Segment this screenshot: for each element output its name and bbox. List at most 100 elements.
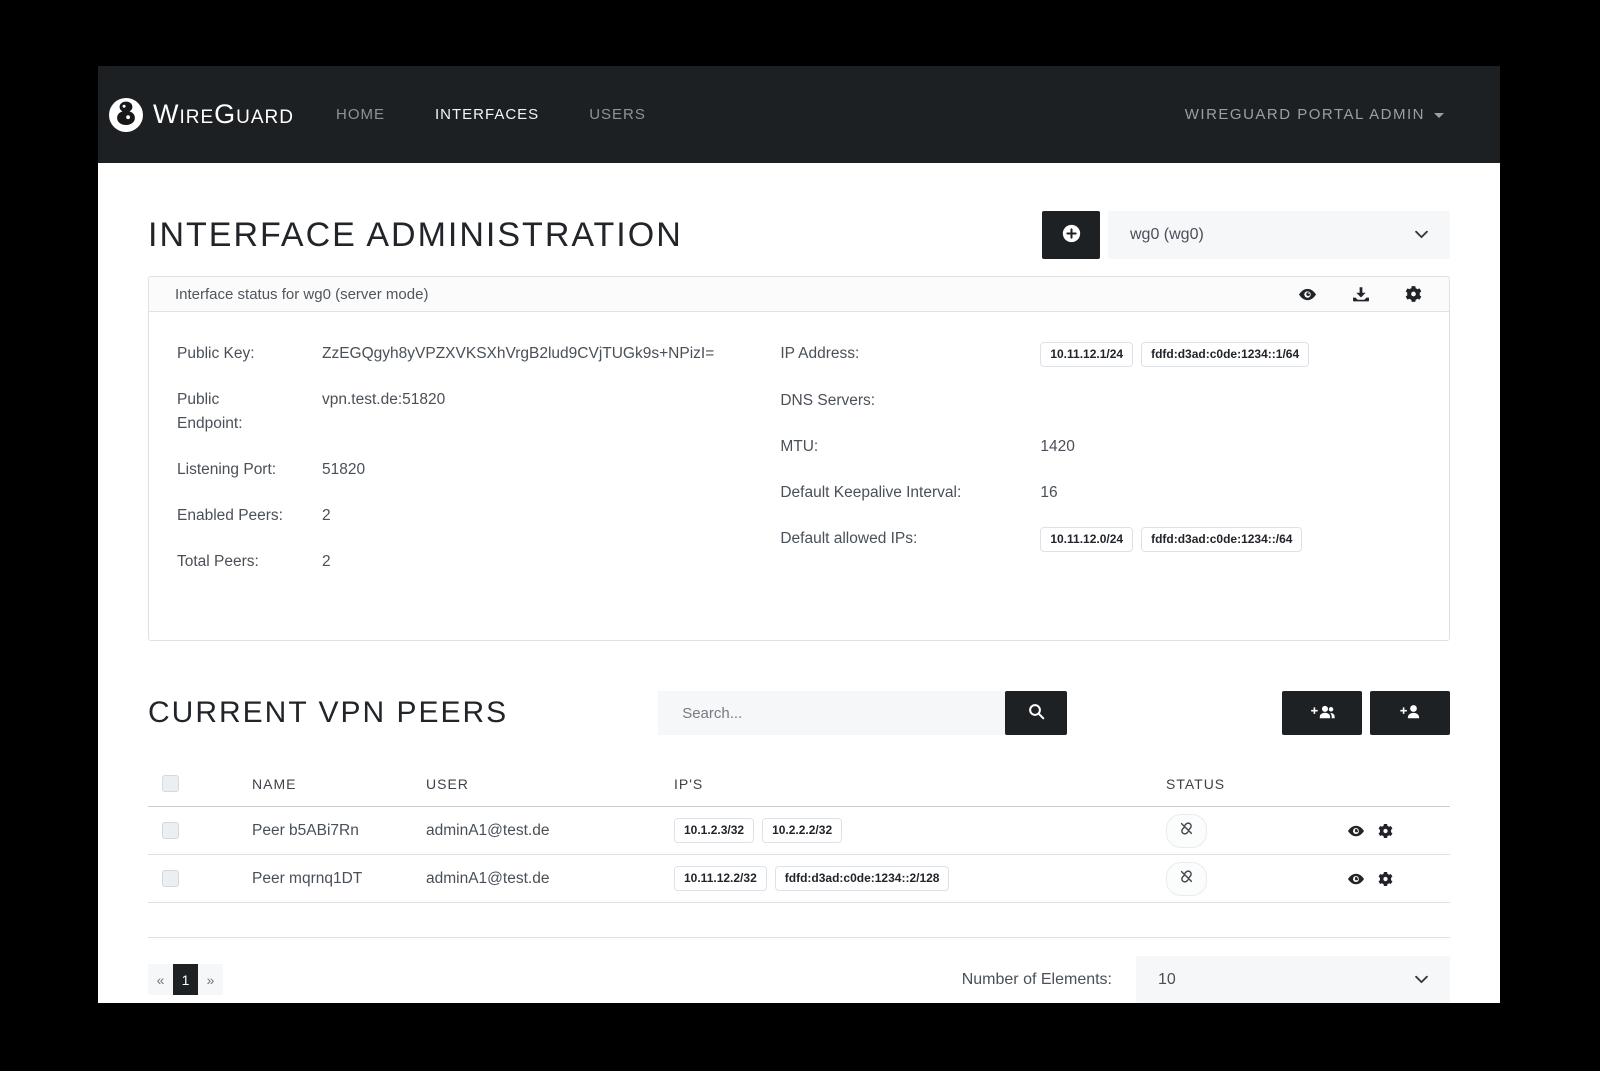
nav-item-interfaces[interactable]: INTERFACES bbox=[435, 106, 539, 123]
table-header-row: NAME USER IP'S STATUS bbox=[148, 761, 1450, 807]
add-multiple-peers-button[interactable] bbox=[1282, 691, 1362, 735]
ip-address-row: IP Address: 10.11.12.1/24 fdfd:d3ad:c0de… bbox=[780, 342, 1421, 367]
interface-select-value: wg0 (wg0) bbox=[1130, 226, 1204, 244]
interface-status-card: Interface status for wg0 (server mode) bbox=[148, 276, 1450, 641]
brand-name: WireGuard bbox=[153, 99, 294, 130]
chevron-down-icon bbox=[1415, 226, 1428, 244]
add-user-icon bbox=[1399, 703, 1421, 724]
peer-search bbox=[658, 691, 1067, 735]
ip-badge: fdfd:d3ad:c0de:1234::/64 bbox=[1141, 527, 1302, 552]
select-all-checkbox[interactable] bbox=[162, 775, 179, 792]
ip-badge: 10.11.12.2/32 bbox=[674, 866, 767, 891]
interface-details-right: IP Address: 10.11.12.1/24 fdfd:d3ad:c0de… bbox=[780, 342, 1421, 596]
public-key-value: ZzEGQgyh8yVPZXVKSXhVrgB2lud9CVjTUGk9s+NP… bbox=[322, 342, 714, 366]
link-slash-icon bbox=[1178, 820, 1195, 842]
peers-table: NAME USER IP'S STATUS Peer b5ABi7Rn admi… bbox=[148, 761, 1450, 938]
total-peers-value: 2 bbox=[322, 550, 331, 574]
row-checkbox[interactable] bbox=[162, 870, 179, 887]
plus-circle-icon bbox=[1062, 224, 1081, 246]
nav-item-users[interactable]: USERS bbox=[589, 106, 646, 123]
search-button[interactable] bbox=[1005, 691, 1067, 735]
search-input[interactable] bbox=[658, 691, 1005, 735]
elements-per-page-select[interactable]: 10 bbox=[1136, 956, 1450, 1003]
public-key-row: Public Key: ZzEGQgyh8yVPZXVKSXhVrgB2lud9… bbox=[177, 342, 780, 366]
wireguard-dragon-icon bbox=[108, 97, 144, 133]
column-header-name: NAME bbox=[204, 776, 426, 792]
field-label: Public Endpoint: bbox=[177, 388, 322, 436]
ip-badge: 10.2.2.2/32 bbox=[762, 818, 842, 843]
brand[interactable]: WireGuard bbox=[108, 97, 294, 133]
search-icon bbox=[1028, 703, 1045, 723]
add-users-icon bbox=[1310, 703, 1335, 724]
nav-links: HOME INTERFACES USERS bbox=[336, 106, 646, 123]
status-badge bbox=[1166, 862, 1207, 896]
field-label: IP Address: bbox=[780, 342, 1040, 367]
caret-down-icon bbox=[1434, 113, 1444, 118]
elements-per-page-label: Number of Elements: bbox=[962, 971, 1112, 989]
total-peers-row: Total Peers: 2 bbox=[177, 550, 780, 574]
public-endpoint-row: Public Endpoint: vpn.test.de:51820 bbox=[177, 388, 780, 436]
row-checkbox[interactable] bbox=[162, 822, 179, 839]
eye-icon[interactable] bbox=[1346, 823, 1366, 839]
add-peer-button[interactable] bbox=[1370, 691, 1450, 735]
public-endpoint-value: vpn.test.de:51820 bbox=[322, 388, 445, 436]
chevron-down-icon bbox=[1415, 971, 1428, 989]
ip-badge: 10.1.2.3/32 bbox=[674, 818, 754, 843]
gear-icon[interactable] bbox=[1404, 285, 1423, 303]
elements-per-page-value: 10 bbox=[1158, 971, 1176, 989]
gear-icon[interactable] bbox=[1377, 871, 1394, 887]
eye-icon[interactable] bbox=[1297, 286, 1318, 303]
nav-item-home[interactable]: HOME bbox=[336, 106, 385, 123]
field-label: Default allowed IPs: bbox=[780, 527, 1040, 552]
pagination-next[interactable]: » bbox=[198, 964, 223, 995]
table-end-divider bbox=[148, 903, 1450, 938]
allowed-ips-row: Default allowed IPs: 10.11.12.0/24 fdfd:… bbox=[780, 527, 1421, 552]
field-label: Listening Port: bbox=[177, 458, 322, 482]
peers-section-title: CURRENT VPN PEERS bbox=[148, 696, 508, 730]
field-label: Enabled Peers: bbox=[177, 504, 322, 528]
ip-badge: 10.11.12.1/24 bbox=[1040, 342, 1133, 367]
field-label: Total Peers: bbox=[177, 550, 322, 574]
field-label: Public Key: bbox=[177, 342, 322, 366]
ip-badge: fdfd:d3ad:c0de:1234::2/128 bbox=[775, 866, 950, 891]
pagination-page-1[interactable]: 1 bbox=[173, 964, 198, 995]
navbar: WireGuard HOME INTERFACES USERS WIREGUAR… bbox=[98, 66, 1500, 163]
peer-user: adminA1@test.de bbox=[426, 870, 674, 888]
field-label: DNS Servers: bbox=[780, 389, 1040, 413]
field-label: Default Keepalive Interval: bbox=[780, 481, 1040, 505]
enabled-peers-row: Enabled Peers: 2 bbox=[177, 504, 780, 528]
listening-port-row: Listening Port: 51820 bbox=[177, 458, 780, 482]
interface-details-left: Public Key: ZzEGQgyh8yVPZXVKSXhVrgB2lud9… bbox=[177, 342, 780, 596]
pagination: « 1 » bbox=[148, 964, 223, 995]
status-badge bbox=[1166, 814, 1207, 848]
app-window: WireGuard HOME INTERFACES USERS WIREGUAR… bbox=[98, 66, 1500, 1003]
column-header-user: USER bbox=[426, 776, 674, 792]
ip-badge: fdfd:d3ad:c0de:1234::1/64 bbox=[1141, 342, 1309, 367]
interface-select[interactable]: wg0 (wg0) bbox=[1108, 211, 1450, 259]
user-menu-label: WIREGUARD PORTAL ADMIN bbox=[1185, 106, 1425, 123]
enabled-peers-value: 2 bbox=[322, 504, 331, 528]
column-header-ips: IP'S bbox=[674, 776, 1166, 792]
keepalive-value: 16 bbox=[1040, 481, 1057, 505]
listening-port-value: 51820 bbox=[322, 458, 365, 482]
mtu-value: 1420 bbox=[1040, 435, 1074, 459]
ip-badge: 10.11.12.0/24 bbox=[1040, 527, 1133, 552]
pagination-prev[interactable]: « bbox=[148, 964, 173, 995]
table-row: Peer b5ABi7Rn adminA1@test.de 10.1.2.3/3… bbox=[148, 807, 1450, 855]
peer-name: Peer mqrnq1DT bbox=[204, 870, 426, 888]
link-slash-icon bbox=[1178, 868, 1195, 890]
table-row: Peer mqrnq1DT adminA1@test.de 10.11.12.2… bbox=[148, 855, 1450, 903]
user-menu-dropdown[interactable]: WIREGUARD PORTAL ADMIN bbox=[1185, 106, 1444, 123]
eye-icon[interactable] bbox=[1346, 871, 1366, 887]
download-icon[interactable] bbox=[1352, 286, 1370, 303]
interface-status-title: Interface status for wg0 (server mode) bbox=[175, 286, 428, 303]
column-header-status: STATUS bbox=[1166, 776, 1306, 792]
keepalive-row: Default Keepalive Interval: 16 bbox=[780, 481, 1421, 505]
dns-servers-row: DNS Servers: bbox=[780, 389, 1421, 413]
peer-name: Peer b5ABi7Rn bbox=[204, 822, 426, 840]
field-label: MTU: bbox=[780, 435, 1040, 459]
peer-user: adminA1@test.de bbox=[426, 822, 674, 840]
gear-icon[interactable] bbox=[1377, 823, 1394, 839]
interface-selector-group: wg0 (wg0) bbox=[1042, 211, 1450, 259]
add-interface-button[interactable] bbox=[1042, 211, 1100, 259]
